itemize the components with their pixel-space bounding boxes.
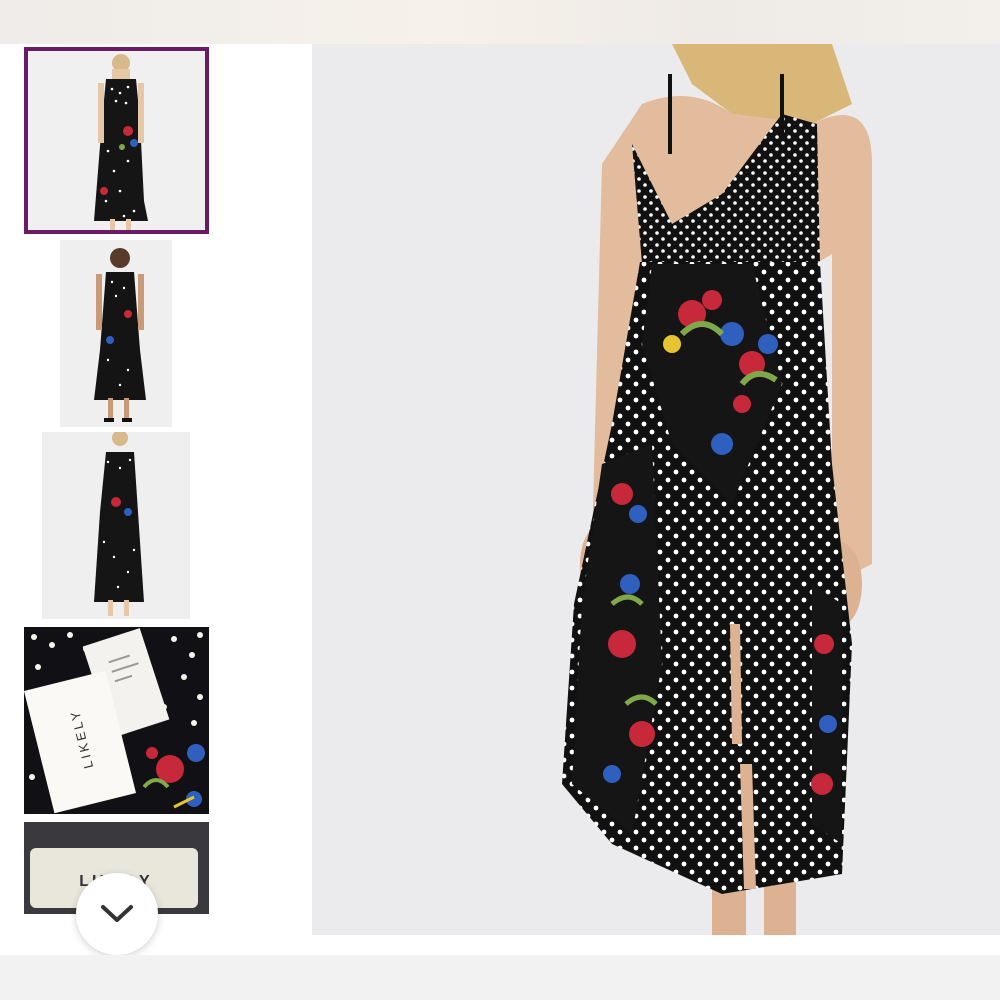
main-product-photo	[312, 44, 1000, 935]
thumb-model-back[interactable]	[24, 432, 209, 619]
main-product-image[interactable]	[312, 44, 1000, 935]
thumb-tags-closeup[interactable]: LIKELY	[24, 627, 209, 814]
thumb-model-front[interactable]	[24, 47, 209, 234]
thumb-model-full-body-image	[24, 240, 209, 427]
thumb-model-front-image	[28, 51, 205, 230]
thumb-tags-closeup-image: LIKELY	[24, 627, 209, 814]
gallery-gutter	[220, 44, 312, 955]
scroll-down-button[interactable]	[76, 873, 158, 955]
top-photo-strip	[0, 0, 1000, 44]
thumb-model-full-body[interactable]	[24, 240, 209, 427]
chevron-down-icon	[101, 905, 133, 922]
bottom-photo-strip	[0, 955, 1000, 1000]
thumb-model-back-image	[24, 432, 209, 619]
